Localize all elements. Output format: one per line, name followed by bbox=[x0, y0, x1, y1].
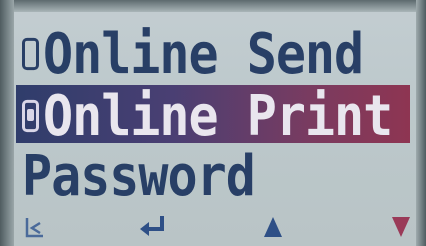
menu-item-online-print[interactable]: Online Print bbox=[22, 82, 406, 149]
menu-item-password[interactable]: Password bbox=[22, 142, 402, 209]
radio-unchecked-icon[interactable] bbox=[22, 37, 39, 71]
down-softkey[interactable] bbox=[386, 212, 416, 242]
down-arrow-icon bbox=[392, 217, 410, 237]
lcd-screen: Online Send Online Print Password bbox=[0, 0, 426, 246]
back-icon bbox=[25, 218, 43, 238]
up-arrow-icon bbox=[264, 217, 282, 237]
radio-checked-icon[interactable] bbox=[22, 99, 39, 133]
bezel-top bbox=[0, 0, 426, 12]
up-softkey[interactable] bbox=[258, 212, 288, 242]
enter-softkey[interactable] bbox=[136, 212, 170, 242]
back-softkey[interactable] bbox=[20, 212, 50, 242]
softkey-bar bbox=[0, 210, 426, 246]
menu-item-label: Online Send bbox=[43, 21, 364, 87]
enter-icon bbox=[140, 216, 164, 236]
menu-item-online-send[interactable]: Online Send bbox=[22, 20, 402, 87]
menu-item-label: Password bbox=[22, 143, 256, 209]
menu-item-label: Online Print bbox=[43, 83, 393, 149]
